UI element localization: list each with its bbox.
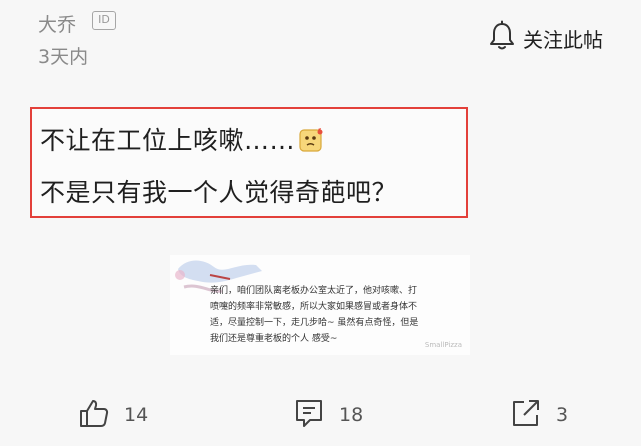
post-header: 大乔 ID 3天内 关注此帖 (0, 0, 641, 80)
emoji-icon (298, 127, 324, 159)
thumbs-up-icon (78, 397, 110, 433)
image-text: 亲们，咱们团队离老板办公室太近了，他对咳嗽、打喷嚏的频率非常敏感，所以大家如果感… (210, 286, 419, 344)
comment-icon (293, 397, 325, 433)
post-text-box: 不让在工位上咳嗽…… 不是只有我一个人觉得奇葩吧？ (30, 107, 468, 218)
follow-label: 关注此帖 (523, 27, 603, 52)
share-icon (510, 397, 542, 433)
like-button[interactable]: 14 (78, 390, 148, 440)
comment-count: 18 (339, 404, 364, 426)
post-text-line1: 不让在工位上咳嗽…… (40, 126, 296, 155)
image-watermark: SmallPizza (424, 341, 462, 349)
comment-button[interactable]: 18 (293, 390, 363, 440)
follow-button[interactable]: 关注此帖 (488, 20, 603, 56)
post-image[interactable]: 亲们，咱们团队离老板办公室太近了，他对咳嗽、打喷嚏的频率非常敏感，所以大家如果感… (170, 255, 470, 355)
post-text-line: 不让在工位上咳嗽…… (40, 121, 324, 159)
post-time: 3天内 (38, 46, 89, 68)
id-badge: ID (92, 11, 116, 30)
post-text-line2: 不是只有我一个人觉得奇葩吧？ (40, 178, 398, 207)
share-button[interactable]: 3 (510, 390, 568, 440)
like-count: 14 (124, 404, 149, 426)
share-count: 3 (556, 404, 569, 426)
author-name[interactable]: 大乔 (38, 10, 76, 37)
action-bar: 14 18 3 (0, 390, 641, 440)
bell-icon (488, 20, 516, 56)
